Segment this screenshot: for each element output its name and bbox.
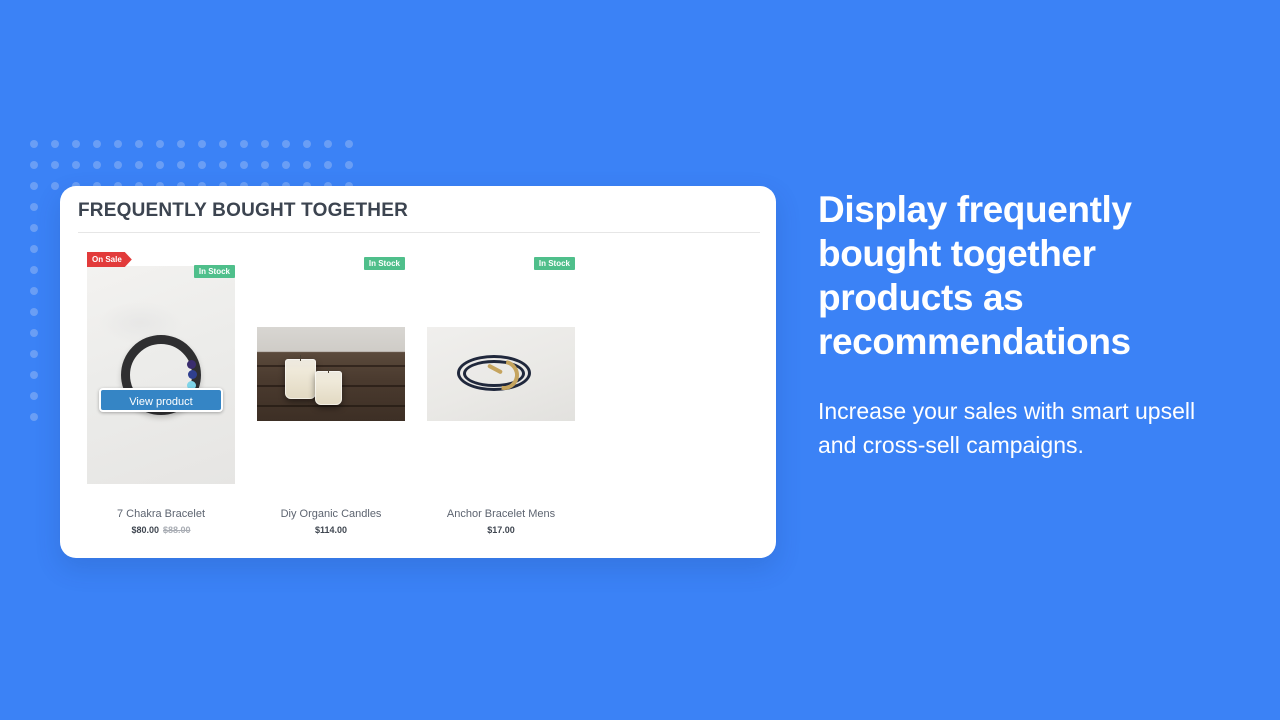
marketing-column: Display frequently bought together produ…: [818, 188, 1218, 462]
decorative-dot: [240, 161, 248, 169]
on-sale-badge: On Sale: [87, 252, 132, 267]
decorative-dot: [30, 308, 38, 316]
product-compare-at-price: $88.00: [163, 525, 191, 535]
decorative-dot: [30, 140, 38, 148]
product-thumbnail[interactable]: In Stock: [427, 257, 575, 421]
decorative-dot: [282, 161, 290, 169]
decorative-dot: [30, 161, 38, 169]
product-price: $17.00: [487, 525, 515, 535]
decorative-dot: [303, 140, 311, 148]
decorative-dot: [30, 371, 38, 379]
product-price: $114.00: [314, 525, 348, 535]
marketing-headline: Display frequently bought together produ…: [818, 189, 1132, 362]
decorative-dot: [114, 140, 122, 148]
decorative-dot: [30, 203, 38, 211]
decorative-dot: [93, 161, 101, 169]
product-price-line: $114.00: [246, 525, 416, 535]
decorative-dot: [72, 140, 80, 148]
product-image-candles: [257, 327, 405, 421]
decorative-dot: [72, 161, 80, 169]
decorative-dot: [51, 140, 59, 148]
product-price: $80.00: [131, 525, 159, 535]
decorative-dot: [114, 161, 122, 169]
marketing-subheadline: Increase your sales with smart upsell an…: [818, 398, 1196, 458]
decorative-dot: [30, 413, 38, 421]
product-price-line: $17.00: [416, 525, 586, 535]
product-card[interactable]: In Stock Anchor Bracelet Mens $17.00: [416, 244, 586, 544]
decorative-dot: [30, 182, 38, 190]
product-thumbnail[interactable]: In Stock: [257, 257, 405, 421]
in-stock-badge: In Stock: [193, 265, 235, 278]
title-divider: [78, 232, 760, 233]
product-name: Anchor Bracelet Mens: [446, 508, 556, 520]
decorative-dot: [93, 140, 101, 148]
product-card[interactable]: On Sale In Stock View product 7 Chakra B…: [76, 244, 246, 544]
candle-small: [315, 371, 342, 405]
decorative-dot: [345, 140, 353, 148]
decorative-dot: [135, 140, 143, 148]
decorative-dot: [30, 329, 38, 337]
decorative-dot: [261, 161, 269, 169]
product-image-anchor-bracelet: [427, 327, 575, 421]
decorative-dot: [345, 161, 353, 169]
product-list: On Sale In Stock View product 7 Chakra B…: [76, 244, 760, 544]
decorative-dot: [219, 140, 227, 148]
decorative-dot: [303, 161, 311, 169]
widget-title: FREQUENTLY BOUGHT TOGETHER: [78, 200, 408, 221]
bead-blue: [188, 370, 197, 379]
in-stock-badge: In Stock: [363, 257, 405, 270]
decorative-dot: [240, 140, 248, 148]
decorative-dot: [177, 161, 185, 169]
decorative-dot: [324, 161, 332, 169]
product-thumbnail[interactable]: On Sale In Stock View product: [87, 266, 235, 484]
decorative-dot: [156, 161, 164, 169]
in-stock-badge: In Stock: [533, 257, 575, 270]
decorative-dot: [282, 140, 290, 148]
decorative-dot: [30, 224, 38, 232]
decorative-dot: [30, 350, 38, 358]
decorative-dot: [198, 140, 206, 148]
decorative-dot: [198, 161, 206, 169]
frequently-bought-together-widget: FREQUENTLY BOUGHT TOGETHER On Sale In St…: [60, 186, 776, 558]
decorative-dot: [30, 266, 38, 274]
decorative-dot: [30, 245, 38, 253]
decorative-dot: [30, 287, 38, 295]
decorative-dot: [51, 161, 59, 169]
view-product-button[interactable]: View product: [99, 388, 223, 412]
candle-large: [285, 359, 316, 399]
decorative-dot: [261, 140, 269, 148]
decorative-dot: [324, 140, 332, 148]
product-image-bracelet: [87, 266, 235, 484]
decorative-dot: [177, 140, 185, 148]
decorative-dot: [30, 392, 38, 400]
decorative-dot: [135, 161, 143, 169]
decorative-dot: [219, 161, 227, 169]
product-price-line: $80.00 $88.00: [76, 525, 246, 535]
product-name: Diy Organic Candles: [280, 508, 382, 520]
product-card[interactable]: In Stock Diy Organic Candles $114.00: [246, 244, 416, 544]
decorative-dot: [156, 140, 164, 148]
bead-purple: [187, 360, 196, 369]
decorative-dot: [51, 182, 59, 190]
product-name: 7 Chakra Bracelet: [116, 508, 206, 520]
